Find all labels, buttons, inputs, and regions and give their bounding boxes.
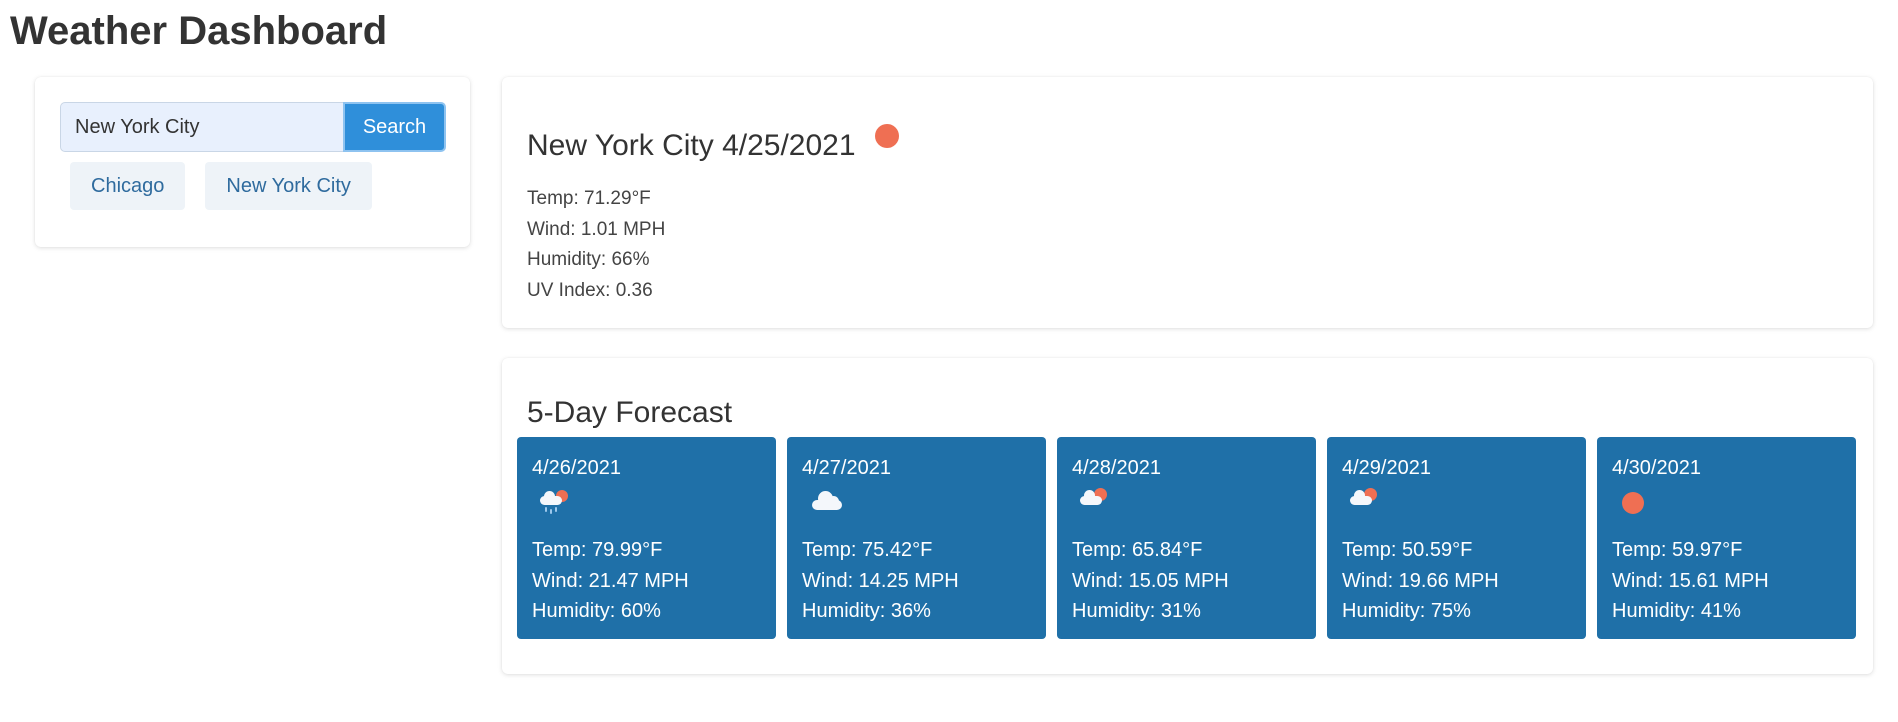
page: Weather Dashboard Search Chicago New Yor… (0, 0, 1898, 722)
search-panel: Search Chicago New York City (35, 77, 470, 247)
search-button[interactable]: Search (343, 102, 446, 152)
page-title: Weather Dashboard (10, 9, 388, 53)
forecast-card: 5-Day Forecast 4/26/2021 Temp: 79.99°F W… (502, 358, 1873, 674)
history-item-chicago[interactable]: Chicago (70, 162, 186, 210)
forecast-humidity: Humidity: 36% (802, 600, 931, 622)
sun-icon (874, 124, 899, 148)
forecast-wind: Wind: 15.61 MPH (1612, 569, 1769, 592)
forecast-wind: Wind: 15.05 MPH (1072, 569, 1229, 592)
history-item-new-york-city[interactable]: New York City (205, 162, 372, 210)
partly-cloudy-icon (1080, 486, 1120, 516)
forecast-stats: Temp: 79.99°F Wind: 21.47 MPH Humidity: … (532, 535, 689, 627)
current-weather-stats: Temp: 71.29°F Wind: 1.01 MPH Humidity: 6… (527, 184, 665, 306)
forecast-stats: Temp: 75.42°F Wind: 14.25 MPH Humidity: … (802, 535, 959, 627)
search-input[interactable] (60, 102, 343, 152)
forecast-day: 4/30/2021 Temp: 59.97°F Wind: 15.61 MPH … (1597, 437, 1856, 639)
forecast-wind: Wind: 21.47 MPH (532, 569, 689, 592)
current-weather-title: New York City 4/25/2021 (527, 129, 856, 162)
forecast-wind: Wind: 14.25 MPH (802, 569, 959, 592)
forecast-day: 4/29/2021 Temp: 50.59°F Wind: 19.66 MPH … (1327, 437, 1586, 639)
forecast-stats: Temp: 50.59°F Wind: 19.66 MPH Humidity: … (1342, 535, 1499, 627)
forecast-day: 4/27/2021 Temp: 75.42°F Wind: 14.25 MPH … (787, 437, 1046, 639)
cloud-icon (810, 486, 850, 516)
forecast-humidity: Humidity: 60% (532, 600, 661, 622)
forecast-date: 4/30/2021 (1612, 457, 1701, 479)
search-history: Chicago New York City (70, 162, 372, 210)
forecast-wind: Wind: 19.66 MPH (1342, 569, 1499, 592)
forecast-stats: Temp: 65.84°F Wind: 15.05 MPH Humidity: … (1072, 535, 1229, 627)
sun-icon (1620, 486, 1660, 516)
forecast-humidity: Humidity: 75% (1342, 600, 1471, 622)
forecast-temp: Temp: 79.99°F (532, 539, 663, 561)
current-weather-card: New York City 4/25/2021 Temp: 71.29°F Wi… (502, 77, 1873, 328)
search-form: Search (60, 102, 446, 152)
current-wind: Wind: 1.01 MPH (527, 218, 666, 240)
forecast-row: 4/26/2021 Temp: 79.99°F Wind: 21.47 MPH … (517, 437, 1856, 639)
forecast-humidity: Humidity: 41% (1612, 600, 1741, 622)
forecast-title: 5-Day Forecast (527, 396, 733, 429)
partly-cloudy-icon (1350, 486, 1390, 516)
forecast-temp: Temp: 59.97°F (1612, 539, 1743, 561)
rain-cloud-sun-icon (540, 486, 580, 516)
forecast-temp: Temp: 50.59°F (1342, 539, 1473, 561)
current-weather-heading: New York City 4/25/2021 (527, 117, 899, 175)
forecast-date: 4/28/2021 (1072, 457, 1161, 479)
forecast-date: 4/26/2021 (532, 457, 621, 479)
forecast-temp: Temp: 75.42°F (802, 539, 933, 561)
forecast-stats: Temp: 59.97°F Wind: 15.61 MPH Humidity: … (1612, 535, 1769, 627)
forecast-humidity: Humidity: 31% (1072, 600, 1201, 622)
forecast-day: 4/28/2021 Temp: 65.84°F Wind: 15.05 MPH … (1057, 437, 1316, 639)
forecast-date: 4/27/2021 (802, 457, 891, 479)
forecast-date: 4/29/2021 (1342, 457, 1431, 479)
forecast-temp: Temp: 65.84°F (1072, 539, 1203, 561)
forecast-day: 4/26/2021 Temp: 79.99°F Wind: 21.47 MPH … (517, 437, 776, 639)
current-uv-index: UV Index: 0.36 (527, 279, 653, 301)
current-temp: Temp: 71.29°F (527, 188, 651, 209)
current-humidity: Humidity: 66% (527, 249, 650, 270)
